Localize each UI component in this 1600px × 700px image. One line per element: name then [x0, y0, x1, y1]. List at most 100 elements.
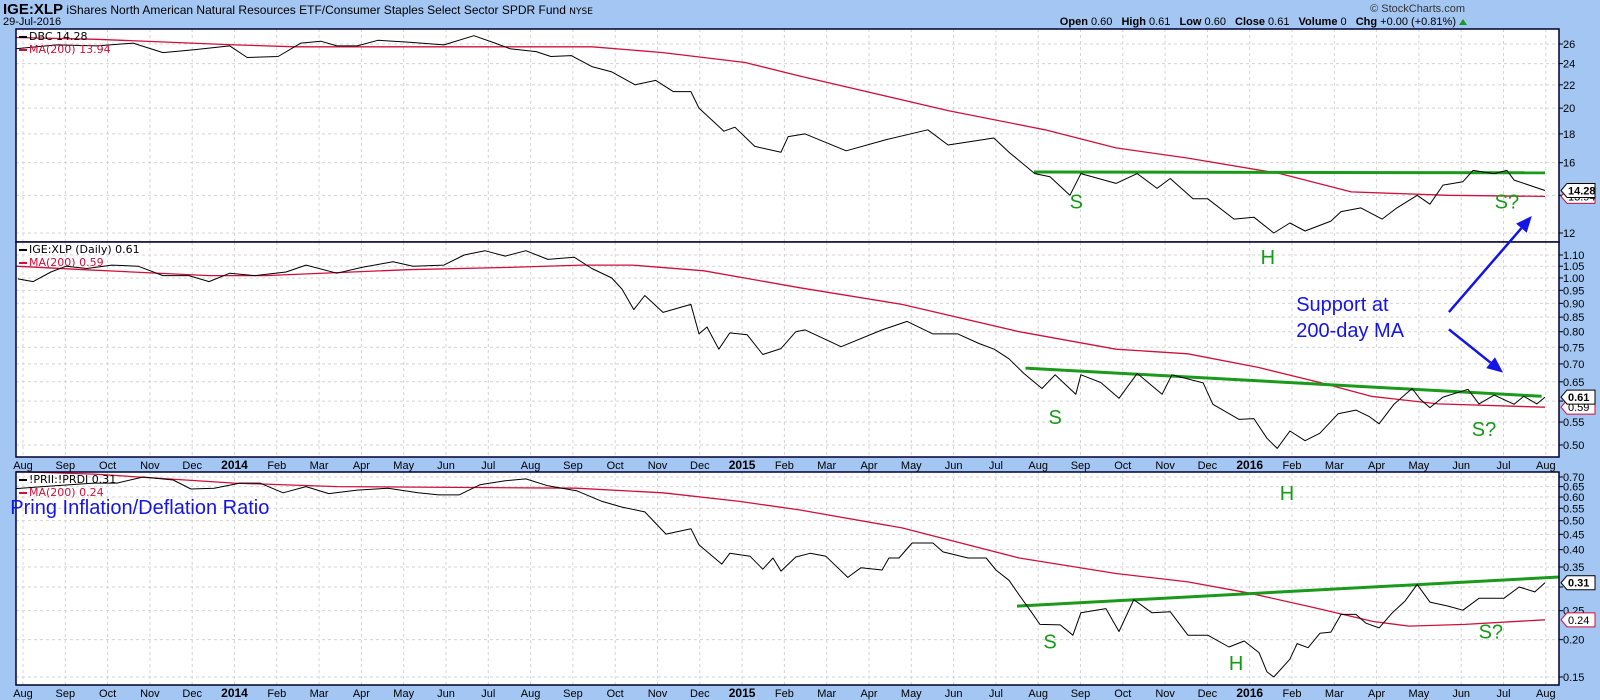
support-note: 200-day MA: [1296, 320, 1404, 342]
x-tick-label: Dec: [182, 460, 202, 472]
x-tick-label: Sep: [1071, 460, 1091, 472]
chart-canvas: Aug Sep Oct Nov Dec 2014 Feb Mar Apr May Jun Jul Aug…: [10, 28, 1596, 700]
y-tick-label: 16: [1563, 158, 1575, 170]
x-tick-label: Jun: [437, 688, 455, 700]
x-tick-label: Apr: [1368, 460, 1385, 472]
y-tick-label: 0.95: [1563, 285, 1584, 297]
x-tick-label: Sep: [1071, 688, 1091, 700]
x-tick-label: Aug: [13, 688, 33, 700]
legend-price: DBC 14.28: [29, 30, 88, 43]
y-tick-label: 0.50: [1563, 516, 1584, 528]
x-tick-label: Mar: [1325, 688, 1344, 700]
x-tick-label: Feb: [775, 688, 794, 700]
x-tick-label: Aug: [13, 460, 33, 472]
legend-ma: MA(200) 0.59: [29, 256, 104, 269]
pattern-label: H: [1280, 483, 1294, 505]
legend-swatch: [19, 492, 27, 494]
x-tick-label: Jul: [481, 460, 495, 472]
x-tick-label: Aug: [1028, 688, 1048, 700]
y-tick-label: 0.65: [1563, 377, 1584, 389]
x-tick-label: Nov: [1155, 688, 1175, 700]
x-tick-label: Nov: [648, 460, 668, 472]
pattern-label: H: [1229, 653, 1243, 675]
y-tick-label: 0.70: [1563, 472, 1584, 484]
x-tick-label: 2015: [729, 458, 756, 472]
y-tick-label: 0.45: [1563, 529, 1584, 541]
x-tick-label: Jun: [945, 688, 963, 700]
legend-price: IGE:XLP (Daily) 0.61: [29, 243, 140, 256]
y-tick-label: 24: [1563, 59, 1575, 71]
x-tick-label: May: [1409, 688, 1430, 700]
x-tick-label: Jun: [1452, 460, 1470, 472]
y-tick-label: 22: [1563, 80, 1575, 92]
x-tick-label: Mar: [817, 688, 836, 700]
x-tick-label: 2016: [1236, 458, 1263, 472]
x-tick-label: Jul: [989, 688, 1003, 700]
y-tick-label: 1.05: [1563, 261, 1584, 273]
x-tick-label: Dec: [1198, 688, 1218, 700]
panel-2: [15, 241, 1563, 458]
x-tick-label: Feb: [1283, 688, 1302, 700]
x-tick-label: Dec: [690, 688, 710, 700]
x-tick-label: Jul: [989, 460, 1003, 472]
x-tick-label: Nov: [140, 688, 160, 700]
x-tick-label: Oct: [1114, 688, 1131, 700]
x-tick-label: Mar: [817, 460, 836, 472]
last-value-label: 0.24: [1568, 615, 1589, 627]
y-tick-label: 0.90: [1563, 298, 1584, 310]
x-tick-label: Jul: [481, 688, 495, 700]
last-value-label: 0.31: [1568, 578, 1589, 590]
x-tick-label: Oct: [607, 688, 624, 700]
x-tick-label: Apr: [860, 460, 877, 472]
pattern-label: S?: [1495, 191, 1519, 213]
y-tick-label: 18: [1563, 129, 1575, 141]
x-tick-label: Aug: [521, 460, 541, 472]
legend-swatch: [19, 36, 27, 38]
legend-price: !PRII:!PRDI 0.31: [29, 473, 116, 486]
x-tick-label: Oct: [99, 688, 116, 700]
x-tick-label: Aug: [1536, 688, 1556, 700]
pattern-label: S: [1070, 191, 1083, 213]
x-tick-label: 2014: [221, 686, 248, 700]
pattern-label: S: [1048, 407, 1061, 429]
x-tick-label: Sep: [56, 688, 76, 700]
y-tick-label: 0.80: [1563, 327, 1584, 339]
legend-swatch: [19, 479, 27, 481]
x-tick-label: Mar: [310, 688, 329, 700]
x-tick-label: Dec: [690, 460, 710, 472]
x-tick-label: Dec: [182, 688, 202, 700]
y-tick-label: 0.40: [1563, 545, 1584, 557]
x-tick-label: Nov: [1155, 460, 1175, 472]
y-tick-label: 0.20: [1563, 635, 1584, 647]
y-tick-label: 0.85: [1563, 312, 1584, 324]
last-value-label: 0.61: [1568, 392, 1589, 404]
x-tick-label: Aug: [1028, 460, 1048, 472]
x-tick-label: May: [1409, 460, 1430, 472]
x-tick-label: Sep: [563, 460, 583, 472]
x-tick-label: Mar: [1325, 460, 1344, 472]
x-tick-label: 2015: [729, 686, 756, 700]
pattern-label: H: [1261, 247, 1275, 269]
ratio-title: Pring Inflation/Deflation Ratio: [10, 497, 269, 519]
y-tick-label: 1.10: [1563, 250, 1584, 262]
last-value-label: 14.28: [1568, 185, 1596, 197]
plot-area: [16, 29, 1559, 242]
x-tick-label: Oct: [99, 460, 116, 472]
y-tick-label: 0.50: [1563, 440, 1584, 452]
x-tick-label: Nov: [648, 688, 668, 700]
x-tick-label: Sep: [563, 688, 583, 700]
x-tick-label: Oct: [607, 460, 624, 472]
legend-swatch: [19, 49, 27, 51]
support-note: Support at: [1296, 294, 1389, 316]
x-tick-label: Nov: [140, 460, 160, 472]
y-tick-label: 0.60: [1563, 492, 1584, 504]
y-tick-label: 26: [1563, 39, 1575, 51]
trendline: [1033, 170, 1546, 175]
x-tick-label: Feb: [775, 460, 794, 472]
x-tick-label: Mar: [310, 460, 329, 472]
x-tick-label: Oct: [1114, 460, 1131, 472]
x-tick-label: Jun: [945, 460, 963, 472]
legend-swatch: [19, 249, 27, 251]
y-tick-label: 20: [1563, 103, 1575, 115]
y-tick-label: 0.55: [1563, 503, 1584, 515]
